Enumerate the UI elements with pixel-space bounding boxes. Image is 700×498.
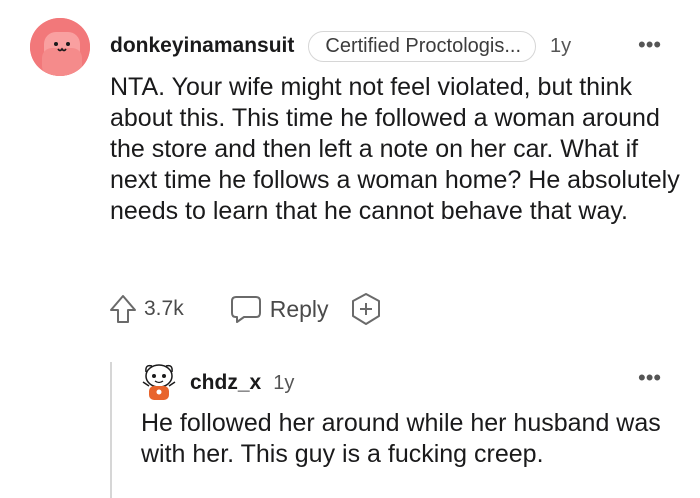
comment-body: He followed her around while her husband… [141,408,681,470]
timestamp: 1y [273,371,295,394]
award-button[interactable] [349,292,383,326]
comment-thread: donkeyinamansuit Certified Proctologis..… [0,0,700,498]
avatar[interactable] [141,362,177,402]
thread-line[interactable] [110,362,112,498]
comment-actions: 3.7k Reply [108,291,383,327]
user-flair: Certified Proctologis... [308,30,537,62]
more-options-icon[interactable]: ••• [638,32,661,58]
comment-body: NTA. Your wife might not feel violated, … [110,72,680,227]
comment-meta: donkeyinamansuit Certified Proctologis..… [110,30,571,62]
speech-bubble-icon [230,296,261,323]
snoo-avatar-icon [30,18,90,76]
timestamp: 1y [550,34,572,57]
snoo-avatar-icon [142,364,176,400]
reply-label: Reply [269,295,329,322]
upvote-count: 3.7k [144,297,184,320]
upvote-button[interactable]: 3.7k [108,293,184,325]
username[interactable]: donkeyinamansuit [110,34,294,58]
reply-button[interactable]: Reply [230,294,329,324]
comment-meta: chdz_x 1y [190,368,294,398]
award-plus-icon [351,293,380,325]
more-options-icon[interactable]: ••• [638,365,661,391]
comment-text: NTA. Your wife might not feel violated, … [110,73,680,225]
upvote-arrow-icon [110,295,136,323]
username[interactable]: chdz_x [190,371,261,395]
avatar[interactable] [30,18,90,76]
comment-text: He followed her around while her husband… [141,409,661,468]
